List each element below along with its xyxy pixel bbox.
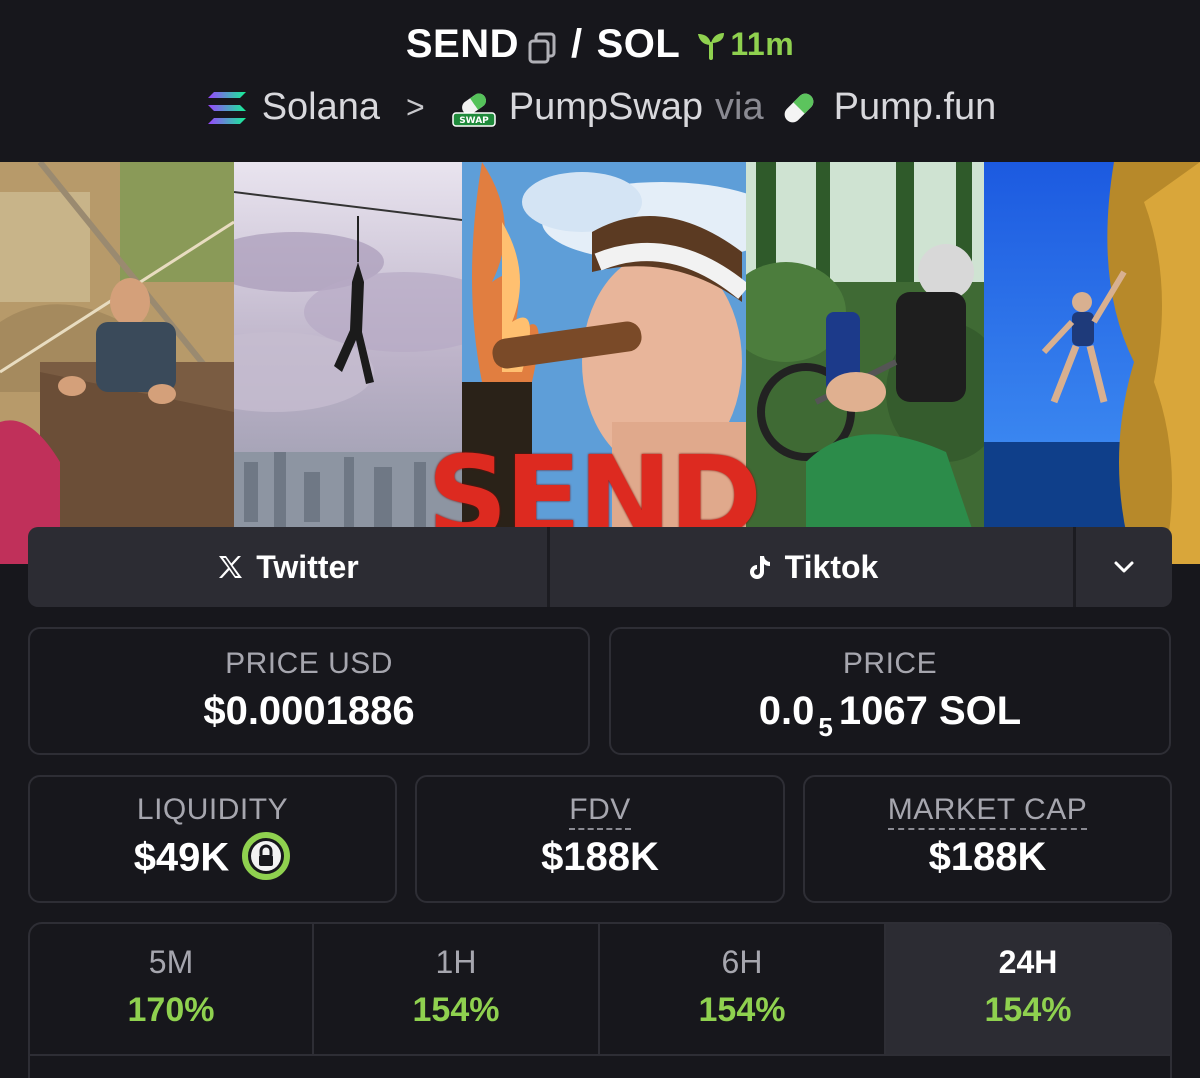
price-zero-count: 5	[818, 712, 833, 742]
lock-icon[interactable]	[241, 831, 291, 881]
chevron-right-icon: >	[406, 89, 425, 125]
price-native-value: 0.0 5 1067 SOL	[611, 689, 1169, 742]
base-token-symbol: SEND	[405, 22, 519, 66]
price-usd-value: $0.0001886	[203, 689, 415, 733]
tiktok-logo-icon	[749, 556, 770, 579]
timeframe-tabs: 5M 170% 1H 154% 6H 154% 24H 154%	[28, 922, 1172, 1078]
tab-change-value: 170%	[127, 991, 215, 1029]
tab-24h[interactable]: 24H 154%	[886, 924, 1170, 1056]
price-native-prefix: 0.0	[758, 689, 815, 733]
tab-5m[interactable]: 5M 170%	[30, 924, 314, 1056]
liquidity-label: LIQUIDITY	[136, 793, 289, 826]
sprout-icon	[698, 32, 725, 60]
tab-label: 1H	[435, 944, 477, 980]
solana-icon	[204, 88, 250, 128]
fdv-label-row: FDV	[417, 793, 783, 830]
fdv-value: $188K	[541, 835, 659, 879]
launchpad-link[interactable]: Pump.fun	[834, 86, 997, 129]
price-native-label: PRICE	[842, 647, 938, 680]
price-usd-label: PRICE USD	[225, 647, 393, 680]
chain-link[interactable]: Solana	[262, 86, 380, 129]
tab-1h[interactable]: 1H 154%	[314, 924, 600, 1056]
tiktok-button[interactable]: Tiktok	[550, 527, 1076, 607]
liquidity-value-row: $49K	[30, 832, 395, 885]
twitter-label: Twitter	[256, 548, 359, 585]
fdv-card[interactable]: FDV $188K	[415, 775, 785, 903]
dex-link[interactable]: PumpSwap	[509, 86, 703, 129]
tab-label: 24H	[998, 944, 1058, 980]
pair-separator: /	[571, 22, 583, 66]
tiktok-label: Tiktok	[784, 548, 879, 585]
swap-badge-text: SWAP	[459, 116, 489, 126]
pair-title: SEND / SOL 11m	[0, 22, 1200, 67]
socials-bar: Twitter Tiktok	[28, 527, 1172, 607]
price-native-card: PRICE 0.0 5 1067 SOL	[609, 627, 1171, 755]
x-logo-icon	[219, 556, 243, 578]
breadcrumb: Solana > SWAP PumpSwap via Pump.fun	[0, 86, 1200, 129]
liquidity-card: LIQUIDITY $49K	[28, 775, 397, 903]
pair-age-value: 11m	[730, 26, 795, 62]
via-text: via	[715, 86, 764, 128]
token-banner-image: SEND IT	[0, 162, 1200, 564]
token-page: SEND / SOL 11m Solana > SWAP PumpSwap vi…	[0, 0, 1200, 1078]
market-cap-card[interactable]: MARKET CAP $188K	[803, 775, 1172, 903]
banner-overlay: SEND IT	[0, 162, 1200, 564]
tab-label: 5M	[148, 944, 194, 980]
fdv-label: FDV	[569, 793, 631, 830]
pumpswap-icon: SWAP	[451, 88, 497, 128]
tab-change-value: 154%	[412, 991, 500, 1029]
tab-label: 6H	[721, 944, 763, 980]
copy-icon[interactable]	[527, 29, 557, 63]
quote-token-symbol: SOL	[596, 22, 681, 66]
tab-change-value: 154%	[984, 991, 1072, 1029]
pair-age: 11m	[696, 26, 794, 63]
more-links-button[interactable]	[1076, 527, 1172, 607]
market-cap-value: $188K	[928, 835, 1047, 879]
price-usd-card: PRICE USD $0.0001886	[28, 627, 590, 755]
tab-change-value: 154%	[698, 991, 786, 1029]
tab-6h[interactable]: 6H 154%	[600, 924, 886, 1056]
twitter-button[interactable]: Twitter	[28, 527, 550, 607]
liquidity-value: $49K	[133, 835, 230, 880]
market-cap-label: MARKET CAP	[887, 793, 1088, 830]
market-cap-label-row: MARKET CAP	[805, 793, 1170, 830]
chevron-down-icon	[1114, 561, 1134, 573]
pump-fun-icon	[776, 88, 822, 128]
price-native-suffix: 1067 SOL	[838, 689, 1022, 733]
